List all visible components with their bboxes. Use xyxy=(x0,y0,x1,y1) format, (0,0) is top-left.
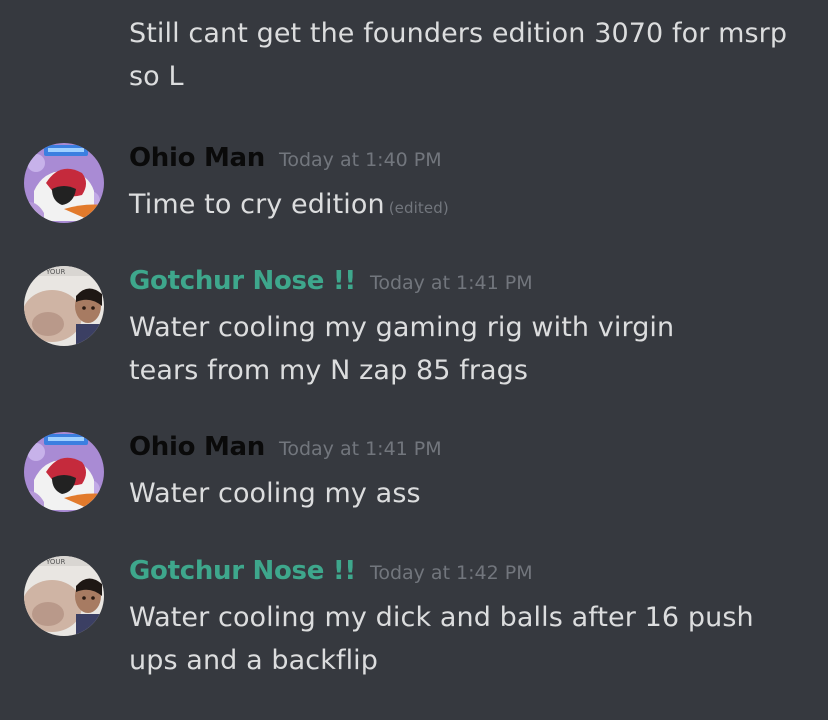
username[interactable]: Gotchur Nose !! xyxy=(129,556,356,586)
gotchur-nose-avatar-icon[interactable]: YOUR xyxy=(24,556,104,636)
message-header: Ohio Man Today at 1:41 PM xyxy=(129,432,819,472)
message-text: Still cant get the founders edition 3070… xyxy=(129,18,788,92)
gotchur-nose-avatar-icon[interactable]: YOUR xyxy=(24,266,104,346)
username[interactable]: Gotchur Nose !! xyxy=(129,266,356,296)
ohio-man-avatar-icon[interactable] xyxy=(24,143,104,223)
message-text: Water cooling my gaming rig with virgin … xyxy=(129,312,675,386)
message-body: Time to cry edition (edited) xyxy=(129,183,819,230)
timestamp: Today at 1:41 PM xyxy=(278,438,442,460)
edited-label: (edited) xyxy=(388,199,449,217)
svg-text:YOUR: YOUR xyxy=(45,268,66,276)
continuation-message: Still cant get the founders edition 3070… xyxy=(129,12,819,98)
username[interactable]: Ohio Man xyxy=(129,143,265,173)
timestamp: Today at 1:40 PM xyxy=(278,149,442,171)
message-text: Time to cry edition xyxy=(129,189,385,220)
svg-text:YOUR: YOUR xyxy=(45,558,66,566)
timestamp: Today at 1:41 PM xyxy=(369,272,533,294)
message-text: Water cooling my ass xyxy=(129,478,421,509)
message-header: Ohio Man Today at 1:40 PM xyxy=(129,143,819,183)
chat-messages: Still cant get the founders edition 3070… xyxy=(0,0,828,720)
message-header: Gotchur Nose !! Today at 1:41 PM xyxy=(129,266,819,306)
timestamp: Today at 1:42 PM xyxy=(369,562,533,584)
message-text: Water cooling my dick and balls after 16… xyxy=(129,602,754,676)
username[interactable]: Ohio Man xyxy=(129,432,265,462)
ohio-man-avatar-icon[interactable] xyxy=(24,432,104,512)
message-header: Gotchur Nose !! Today at 1:42 PM xyxy=(129,556,819,596)
